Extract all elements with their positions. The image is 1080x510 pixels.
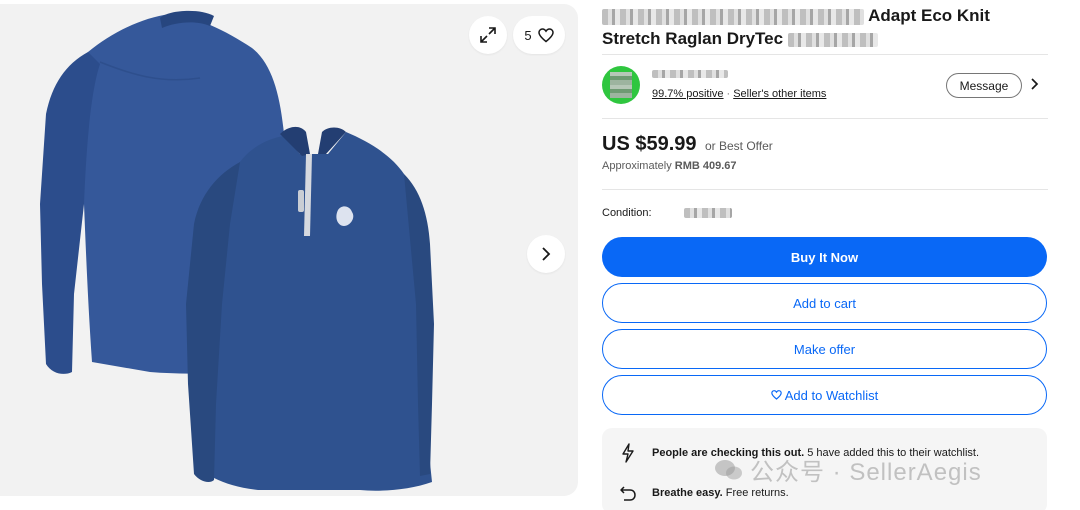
message-button[interactable]: Message [946,73,1022,98]
title-redacted-suffix [787,32,878,47]
seller-name-redacted[interactable] [652,70,728,78]
divider [602,118,1048,119]
chevron-right-icon [542,247,551,261]
buy-it-now-button[interactable]: Buy It Now [602,237,1047,277]
seller-card[interactable]: 99.7% positive · Seller's other items Mess… [602,64,1048,108]
best-offer-label: or Best Offer [704,139,773,153]
title-redacted-prefix [602,8,864,25]
return-arrow-icon [618,484,638,502]
title-visible-part1: Adapt Eco Knit [868,6,990,25]
returns-bold: Breathe easy. [652,487,723,499]
approx-label: Approximately [602,160,672,172]
approx-price: Approximately RMB 409.67 [602,160,737,172]
shirt-front-view [186,126,434,491]
seller-links: 99.7% positive · Seller's other items [652,88,826,100]
title-visible-part2: Stretch Raglan DryTec [602,29,784,48]
image-gallery[interactable]: 5 [0,4,578,496]
watermark: 公众号 · SellerAegis [714,452,982,487]
lightning-icon [618,443,638,463]
favorite-count: 5 [524,27,532,43]
seller-avatar[interactable] [602,66,640,104]
condition-label: Condition: [602,207,652,219]
divider [602,54,1048,55]
expand-button[interactable] [469,16,507,54]
seller-other-items-link[interactable]: Seller's other items [733,88,826,100]
expand-icon [480,27,496,43]
listing-title: Adapt Eco Knit Stretch Raglan DryTec [602,4,1048,50]
product-image[interactable] [0,4,578,496]
chevron-right-icon[interactable] [1030,77,1040,91]
heart-icon [770,390,782,400]
approx-value: RMB 409.67 [674,160,737,172]
watchlist-label: Add to Watchlist [784,387,879,403]
next-image-button[interactable] [527,235,565,273]
returns-text: Free returns. [725,487,789,499]
make-offer-button[interactable]: Make offer [602,329,1047,369]
divider [602,189,1048,190]
price-row: US $59.99 or Best Offer [602,133,773,156]
seller-feedback-link[interactable]: 99.7% positive [652,88,724,100]
add-to-cart-button[interactable]: Add to cart [602,283,1047,323]
watermark-text: 公众号 · SellerAegis [750,459,982,486]
wechat-logo [715,459,742,479]
separator-dot: · [726,88,731,100]
price: US $59.99 [602,133,697,155]
heart-icon [537,27,554,42]
condition-value-redacted [684,208,732,218]
listing-panel: Adapt Eco Knit Stretch Raglan DryTec 99.… [602,0,1048,510]
add-to-watchlist-button[interactable]: Add to Watchlist [602,375,1047,415]
favorite-button[interactable]: 5 [513,16,565,54]
